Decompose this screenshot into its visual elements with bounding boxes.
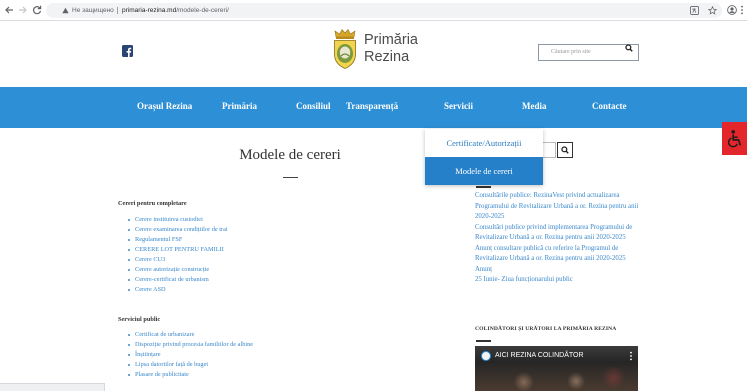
- arrow-right-icon[interactable]: [18, 5, 28, 15]
- sidebar-search-button[interactable]: [557, 142, 573, 158]
- request-form-item-link[interactable]: CERERE LOT PENTRU FAMILII: [135, 246, 224, 253]
- announcement-link[interactable]: Consultări publice privind implementarea…: [475, 223, 642, 244]
- public-service-item: Înștiințare: [122, 350, 253, 360]
- url-text[interactable]: primaria-rezina.md/modele-de-cereri/: [122, 3, 229, 18]
- section-heading-serviciul-public: Serviciul public: [118, 316, 161, 323]
- request-form-item-link[interactable]: Cerere autorizație construcție: [135, 266, 209, 273]
- translate-icon[interactable]: [690, 6, 699, 15]
- request-form-item: Cerere instituirea custodiei: [122, 215, 228, 225]
- main-nav: Orașul Rezina Primăria Consiliul Transpa…: [0, 87, 747, 128]
- nav-item-transparenta[interactable]: Transparență: [346, 101, 398, 112]
- search-icon: [561, 146, 569, 154]
- request-form-item-link[interactable]: Cerere ASD: [135, 286, 166, 293]
- section-heading-cereri: Cereri pentru completare: [118, 200, 187, 207]
- site-name[interactable]: Primăria Rezina: [364, 32, 418, 66]
- request-form-item: Cerere-certificat de urbanism: [122, 275, 228, 285]
- coat-of-arms-logo[interactable]: [331, 28, 359, 70]
- nav-item-media[interactable]: Media: [522, 101, 547, 112]
- security-label[interactable]: Не защищено: [72, 3, 114, 18]
- reload-icon[interactable]: [32, 5, 42, 15]
- url-domain[interactable]: primaria-rezina.md: [122, 7, 176, 14]
- video-thumbnail[interactable]: AICI REZINA COLINDĂTOR: [475, 346, 638, 391]
- title-divider: [283, 177, 298, 178]
- request-form-item-link[interactable]: Regulamentul FSF: [135, 236, 182, 243]
- page: Не защищено primaria-rezina.md/modele-de…: [0, 0, 747, 391]
- search-icon[interactable]: [625, 44, 633, 52]
- sidebar-divider: [476, 186, 491, 188]
- request-form-item: Cerere autorizație construcție: [122, 265, 228, 275]
- public-service-item-link[interactable]: Certificat de urbanizare: [135, 331, 194, 338]
- request-form-item-link[interactable]: Cerere-certificat de urbanism: [135, 276, 209, 283]
- page-title: Modele de cereri: [239, 147, 341, 163]
- public-service-item: Plasare de publicitate: [122, 370, 253, 380]
- nav-item-servicii[interactable]: Servicii: [444, 101, 473, 112]
- url-path[interactable]: /modele-de-cereri/: [176, 7, 229, 14]
- kebab-menu-icon[interactable]: [740, 5, 744, 15]
- address-bar[interactable]: Не защищено primaria-rezina.md/modele-de…: [46, 3, 722, 18]
- public-service-item-link[interactable]: Înștiințare: [135, 351, 161, 358]
- warning-icon[interactable]: [62, 7, 69, 14]
- public-service-item: Lipsa datoriilor față de buget: [122, 360, 253, 370]
- dropdown-item-modele-de-cereri[interactable]: Modele de cereri: [425, 157, 543, 185]
- request-forms-list: Cerere instituirea custodiei Cerere exami…: [122, 215, 228, 295]
- status-bubble: [0, 383, 105, 391]
- video-divider: [476, 340, 491, 342]
- nav-item-orasul-rezina[interactable]: Orașul Rezina: [137, 101, 192, 112]
- header-search-input[interactable]: [538, 43, 639, 61]
- accessibility-button[interactable]: [722, 122, 747, 155]
- request-form-item-link[interactable]: Cerere examinarea condițiilor de trai: [135, 226, 228, 233]
- nav-item-contacte[interactable]: Contacte: [592, 101, 627, 112]
- request-form-item: Cerere ASD: [122, 285, 228, 295]
- site-name-line2: Rezina: [364, 49, 410, 65]
- request-form-item-link[interactable]: Cerere instituirea custodiei: [135, 216, 203, 223]
- request-form-item: Regulamentul FSF: [122, 235, 228, 245]
- channel-avatar[interactable]: [481, 351, 491, 361]
- url-separator: [117, 7, 118, 14]
- public-service-list: Certificat de urbanizare Dispoziție privi…: [122, 330, 253, 380]
- wheelchair-icon: [727, 129, 743, 149]
- announcement-link[interactable]: Consultările publice: RezinaVest privind…: [475, 191, 642, 223]
- request-form-item: Cerere examinarea condițiilor de trai: [122, 225, 228, 235]
- header-search: [538, 40, 639, 61]
- request-form-item-link[interactable]: Cerere CU3: [135, 256, 165, 263]
- request-form-item: CERERE LOT PENTRU FAMILII: [122, 245, 228, 255]
- nav-item-primaria[interactable]: Primăria: [222, 101, 257, 112]
- arrow-left-icon[interactable]: [4, 5, 14, 15]
- profile-icon[interactable]: [727, 5, 737, 15]
- video-title[interactable]: AICI REZINA COLINDĂTOR: [495, 351, 584, 361]
- announcements-list: Consultările publice: RezinaVest privind…: [475, 191, 642, 286]
- kebab-menu-icon[interactable]: [629, 351, 633, 361]
- announcement-link[interactable]: Anunț consultare publică cu referire la …: [475, 244, 642, 265]
- dropdown-item-certificate[interactable]: Certificate/Autorizații: [425, 129, 543, 157]
- public-service-item-link[interactable]: Plasare de publicitate: [135, 371, 189, 378]
- video-section-heading: COLINDĂTORI ȘI URĂTORI LA PRIMĂRIA REZIN…: [475, 326, 617, 332]
- public-service-item-link[interactable]: Dispoziție privind procesia familiilor d…: [135, 341, 253, 348]
- services-dropdown: Certificate/Autorizații Modele de cereri: [425, 129, 543, 185]
- request-form-item: Cerere CU3: [122, 255, 228, 265]
- public-service-item: Certificat de urbanizare: [122, 330, 253, 340]
- browser-toolbar: Не защищено primaria-rezina.md/modele-de…: [0, 0, 747, 21]
- site-name-line1: Primăria: [364, 32, 418, 48]
- announcement-link[interactable]: 25 Iunie- Ziua funcționarului public: [475, 275, 642, 286]
- public-service-item-link[interactable]: Lipsa datoriilor față de buget: [135, 361, 208, 368]
- nav-item-consiliul[interactable]: Consiliul: [296, 101, 331, 112]
- public-service-item: Dispoziție privind procesia familiilor d…: [122, 340, 253, 350]
- announcement-link[interactable]: Anunț: [475, 265, 642, 276]
- facebook-icon[interactable]: [122, 45, 133, 57]
- star-icon[interactable]: [707, 5, 718, 15]
